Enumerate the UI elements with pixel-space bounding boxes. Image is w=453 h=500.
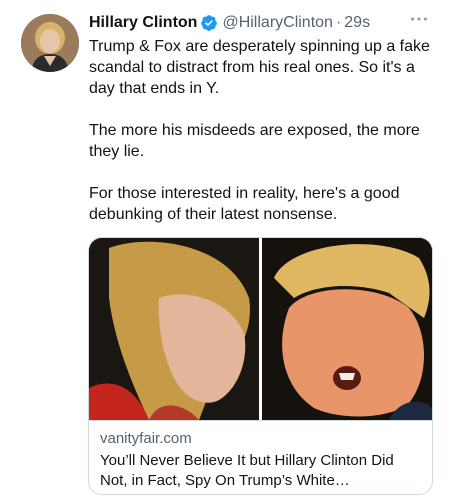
more-options-icon[interactable] <box>407 8 431 32</box>
tweet-paragraph: For those interested in reality, here's … <box>89 185 400 223</box>
tweet-timestamp[interactable]: 29s <box>344 12 370 34</box>
link-title[interactable]: You’ll Never Believe It but Hillary Clin… <box>100 451 422 491</box>
tweet-paragraph: The more his misdeeds are exposed, the m… <box>89 122 420 160</box>
tweet-text: Trump & Fox are desperately spinning up … <box>89 36 441 225</box>
verified-badge-icon <box>200 14 218 32</box>
author-name[interactable]: Hillary Clinton <box>89 12 197 34</box>
header-separator: · <box>335 14 342 31</box>
link-preview-meta: vanityfair.com You’ll Never Believe It b… <box>100 429 422 491</box>
link-domain: vanityfair.com <box>100 430 192 447</box>
link-preview-image[interactable] <box>89 238 432 421</box>
tweet-header: Hillary Clinton @HillaryClinton · 29s <box>89 12 433 34</box>
link-preview-card[interactable]: vanityfair.com You’ll Never Believe It b… <box>88 237 433 495</box>
tweet-paragraph: Trump & Fox are desperately spinning up … <box>89 38 430 97</box>
tweet[interactable]: Hillary Clinton @HillaryClinton · 29s Tr… <box>0 0 453 500</box>
author-handle[interactable]: @HillaryClinton <box>222 12 333 34</box>
avatar[interactable] <box>21 14 79 72</box>
